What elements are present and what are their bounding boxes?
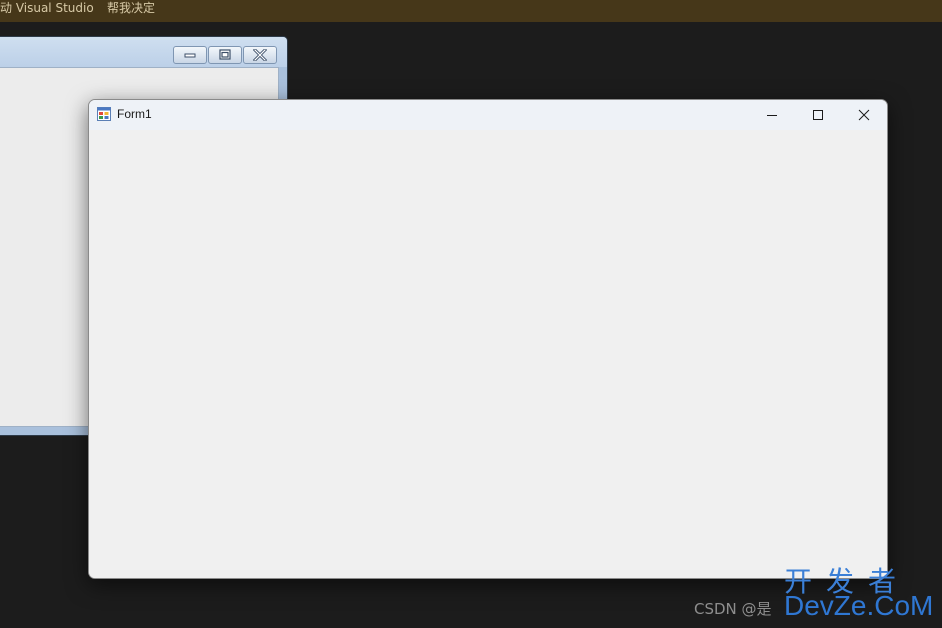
vs-info-bar: 动 Visual Studio 帮我决定 xyxy=(0,0,942,22)
maximize-icon xyxy=(219,49,231,60)
background-minimize-button[interactable] xyxy=(173,46,207,64)
window-title: Form1 xyxy=(117,107,152,121)
form1-titlebar[interactable]: Form1 xyxy=(89,100,887,130)
maximize-button[interactable] xyxy=(795,100,841,130)
minimize-icon xyxy=(767,115,777,116)
maximize-icon xyxy=(813,110,823,120)
minimize-icon xyxy=(184,53,196,58)
close-icon xyxy=(252,49,268,61)
devze-watermark: DevZe.CoM xyxy=(784,590,934,621)
form1-window[interactable]: Form1 xyxy=(88,99,888,579)
screen: 动 Visual Studio 帮我决定 Form1 CSDN @是 开发者 D… xyxy=(0,0,942,628)
form1-client-area[interactable] xyxy=(89,130,887,578)
background-maximize-button[interactable] xyxy=(208,46,242,64)
form-app-icon xyxy=(97,107,111,121)
minimize-button[interactable] xyxy=(749,100,795,130)
close-button[interactable] xyxy=(841,100,887,130)
vs-info-link[interactable]: 动 Visual Studio xyxy=(0,0,94,16)
csdn-watermark: CSDN @是 xyxy=(694,600,772,618)
help-decide-link[interactable]: 帮我决定 xyxy=(107,0,155,16)
background-close-button[interactable] xyxy=(243,46,277,64)
close-icon xyxy=(858,109,870,121)
